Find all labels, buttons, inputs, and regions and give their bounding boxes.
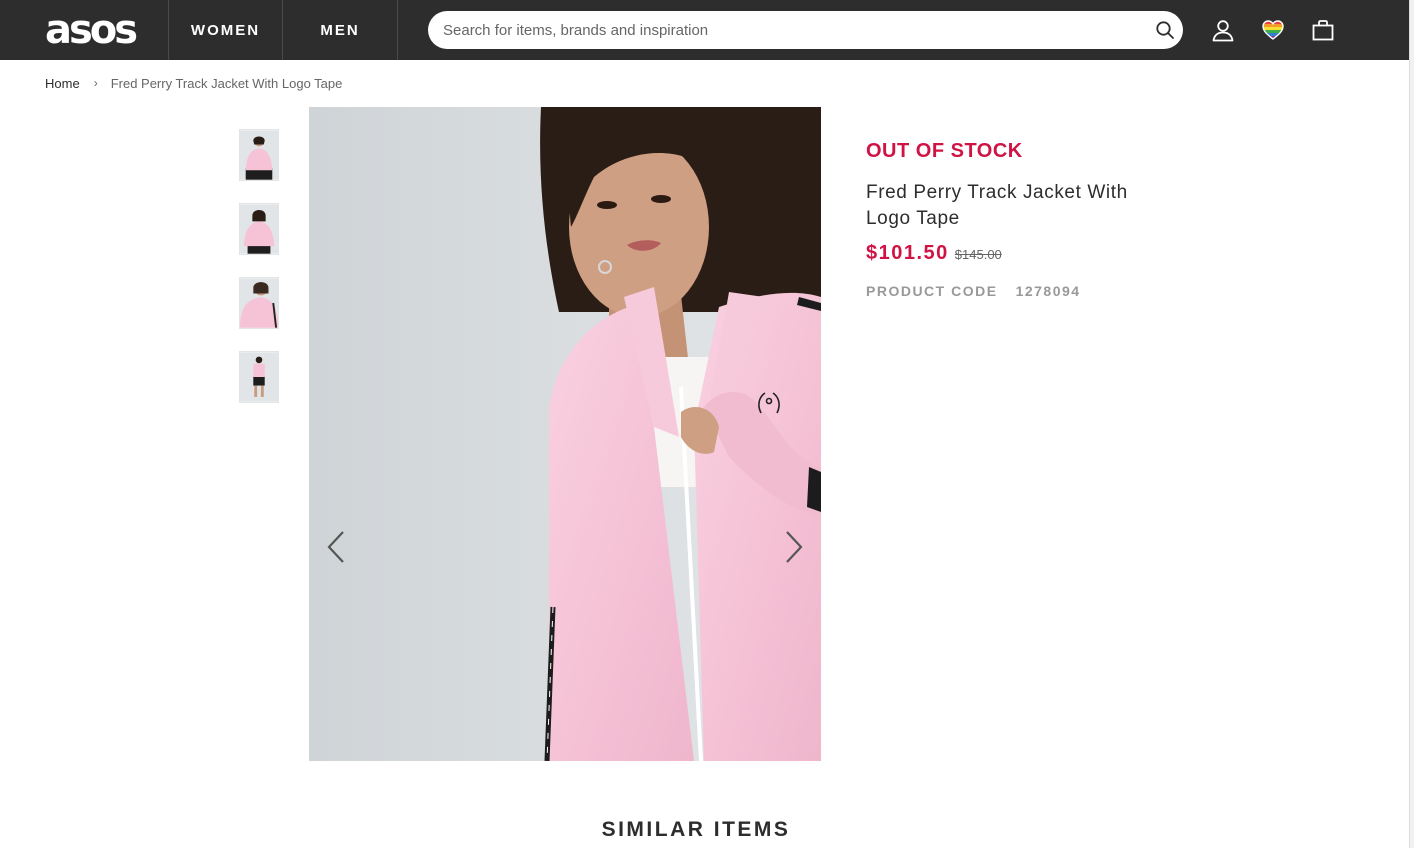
price-row: $101.50 $145.00 (866, 242, 1002, 265)
page-scrollbar[interactable] (1409, 0, 1414, 848)
thumbnail-1[interactable] (239, 129, 279, 181)
thumbnail-2[interactable] (239, 203, 279, 255)
breadcrumb-separator: › (93, 76, 98, 90)
chevron-right-icon[interactable] (779, 527, 809, 567)
search-icon[interactable] (1155, 20, 1175, 40)
breadcrumb-current: Fred Perry Track Jacket With Logo Tape (110, 75, 343, 91)
nav-women[interactable]: WOMEN (169, 0, 282, 60)
similar-items-heading: SIMILAR ITEMS (601, 818, 791, 841)
nav-divider (397, 0, 398, 60)
product-code-label: PRODUCT CODE (866, 283, 998, 299)
account-icon[interactable] (1211, 18, 1235, 42)
saved-items-heart-icon[interactable] (1261, 18, 1285, 42)
product-code-row: PRODUCT CODE 1278094 (866, 283, 1081, 299)
breadcrumb: Home › Fred Perry Track Jacket With Logo… (45, 74, 342, 92)
breadcrumb-home-link[interactable]: Home (45, 76, 80, 91)
current-price: $101.50 (866, 242, 949, 264)
bag-icon[interactable] (1311, 18, 1335, 42)
product-photo (309, 107, 821, 761)
top-header-bar: asos WOMEN MEN (0, 0, 1409, 60)
asos-logo[interactable]: asos (45, 8, 138, 52)
main-product-image[interactable] (309, 107, 821, 761)
product-title: Fred Perry Track Jacket With Logo Tape (866, 182, 1128, 229)
chevron-left-icon[interactable] (321, 527, 351, 567)
thumbnail-4[interactable] (239, 351, 279, 403)
previous-price: $145.00 (954, 247, 1002, 262)
search-bar (428, 11, 1183, 49)
stock-status: OUT OF STOCK (866, 140, 1023, 162)
search-input[interactable] (443, 11, 1133, 49)
nav-men[interactable]: MEN (283, 0, 397, 60)
thumbnail-3[interactable] (239, 277, 279, 329)
product-code-value: 1278094 (1015, 283, 1081, 299)
